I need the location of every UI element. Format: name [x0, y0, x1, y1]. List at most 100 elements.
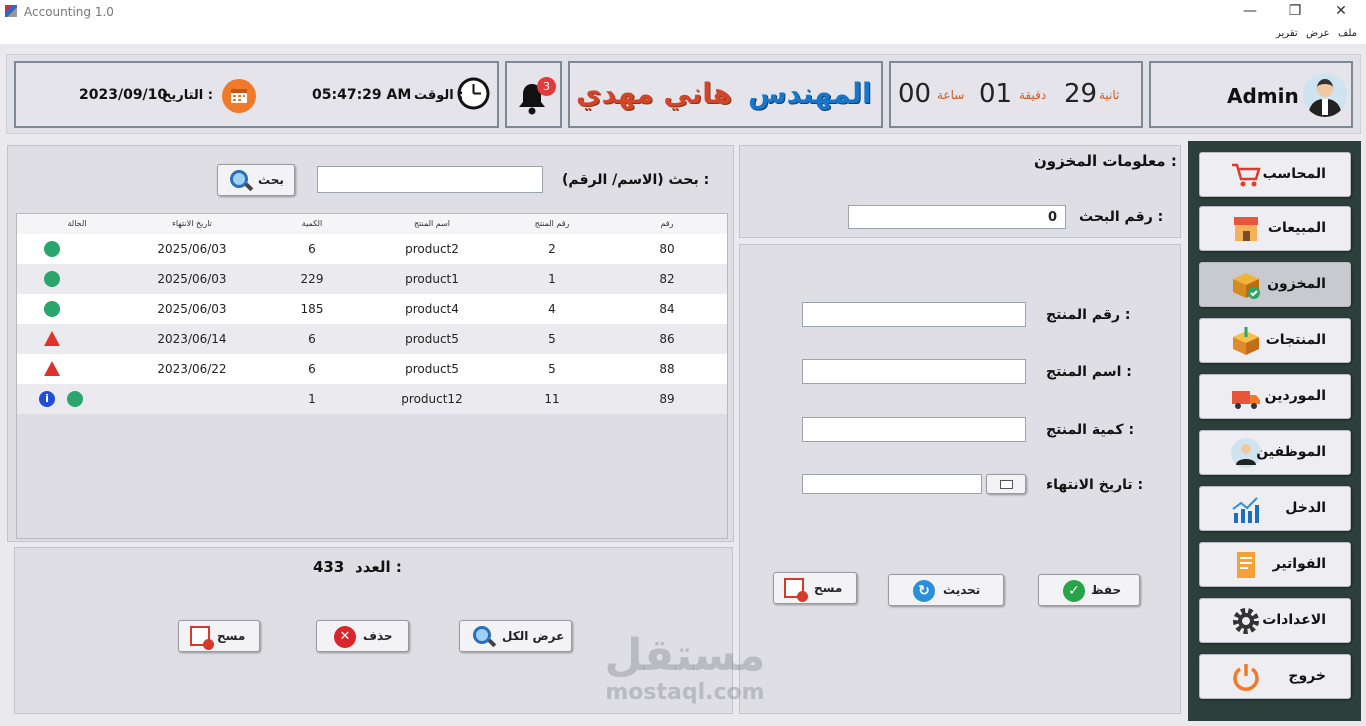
engineer-banner: المهندس هاني مهدي	[568, 61, 883, 128]
watermark-arabic: مستقل	[604, 630, 766, 681]
clear-form-button[interactable]: مسح	[773, 572, 857, 604]
clear-button[interactable]: مسح	[178, 620, 260, 652]
quantity-input[interactable]	[802, 417, 1026, 442]
table-row[interactable]: 82 1 product1 229 2025/06/03	[17, 264, 727, 294]
sidebar-label: الدخل	[1285, 500, 1326, 516]
search-no-input[interactable]: 0	[848, 205, 1066, 229]
delete-button[interactable]: حذف ✕	[316, 620, 409, 652]
menu-file[interactable]: ملف	[1338, 28, 1357, 39]
sidebar-label: الموردين	[1264, 388, 1326, 404]
maximize-button[interactable]: ❐	[1285, 3, 1305, 19]
col-expiry[interactable]: تاريخ الانتهاء	[147, 219, 237, 228]
inventory-box-icon	[1230, 269, 1262, 301]
minimize-button[interactable]: —	[1240, 3, 1260, 19]
time-label: الوقت :	[414, 88, 464, 103]
date-picker-button[interactable]	[986, 474, 1026, 494]
sidebar-item-employees[interactable]: الموظفين	[1199, 430, 1351, 475]
status-info-icon: i	[39, 391, 55, 407]
cell-quantity: 6	[308, 242, 316, 256]
clear-form-label: مسح	[814, 581, 843, 595]
notifications-box[interactable]: 3	[505, 61, 562, 128]
watermark: مستقل mostaql.com	[600, 632, 770, 712]
cell-quantity: 229	[300, 272, 324, 286]
expiry-label: تاريخ الانتهاء :	[1046, 477, 1144, 493]
table-row[interactable]: 86 5 product5 6 2023/06/14	[17, 324, 727, 354]
cell-id: 86	[659, 332, 675, 346]
cell-quantity: 6	[308, 362, 316, 376]
sidebar-item-settings[interactable]: الاعدادات	[1199, 598, 1351, 643]
table-row[interactable]: 84 4 product4 185 2025/06/03	[17, 294, 727, 324]
cell-product-name: product5	[405, 332, 459, 346]
seconds-label: ثانية	[1099, 88, 1120, 102]
datetime-box: الوقت : 05:47:29 AM التاريخ : 2023/09/10	[14, 61, 499, 128]
search-no-label: رقم البحث :	[1079, 209, 1164, 225]
search-no-value: 0	[1047, 210, 1057, 225]
cell-id: 84	[659, 302, 675, 316]
sidebar-item-sales[interactable]: المبيعات	[1199, 206, 1351, 251]
cell-product-name: product4	[405, 302, 459, 316]
cell-expiry: 2025/06/03	[157, 302, 227, 316]
sidebar-label: المبيعات	[1267, 220, 1326, 236]
cell-id: 82	[659, 272, 675, 286]
sidebar-label: خروج	[1288, 668, 1326, 684]
user-avatar-icon	[1303, 73, 1347, 117]
sidebar-label: المنتجات	[1265, 332, 1326, 348]
cell-product-name: product12	[401, 392, 463, 406]
clear-list-icon	[784, 578, 808, 602]
menu-report[interactable]: تقرير	[1276, 28, 1298, 39]
time-value: 05:47:29 AM	[312, 87, 412, 103]
table-row[interactable]: 88 5 product5 6 2023/06/22	[17, 354, 727, 384]
user-name: Admin	[1227, 84, 1299, 108]
cell-product-name: product5	[405, 362, 459, 376]
sidebar-item-accountant[interactable]: المحاسب	[1199, 152, 1351, 197]
cart-icon	[1230, 159, 1262, 191]
quantity-label: كمية المنتج :	[1046, 422, 1135, 438]
status-ok-icon	[67, 391, 83, 407]
sidebar-item-exit[interactable]: خروج	[1199, 654, 1351, 699]
col-product-no[interactable]: رقم المنتج	[512, 219, 592, 228]
sidebar-item-inventory[interactable]: المخزون	[1199, 262, 1351, 307]
inventory-table[interactable]: رقم رقم المنتج اسم المنتج الكمية تاريخ ا…	[16, 213, 728, 539]
save-button[interactable]: حفظ ✓	[1038, 574, 1140, 606]
hours-label: ساعة	[937, 88, 965, 102]
menu-view[interactable]: عرض	[1306, 28, 1330, 39]
engineer-name: هاني مهدي	[576, 77, 733, 110]
sidebar-label: المخزون	[1267, 276, 1326, 292]
products-box-icon	[1230, 325, 1262, 357]
search-button[interactable]: بحث	[217, 164, 295, 196]
col-status[interactable]: الحالة	[62, 219, 92, 228]
col-id[interactable]: رقم	[647, 219, 687, 228]
seconds-value: 29	[1064, 79, 1098, 109]
inventory-info-panel: معلومات المخزون : رقم البحث : 0	[739, 145, 1181, 238]
sidebar-item-invoices[interactable]: الفواتير	[1199, 542, 1351, 587]
sidebar-item-suppliers[interactable]: الموردين	[1199, 374, 1351, 419]
table-row[interactable]: 89 11 product12 1 i	[17, 384, 727, 414]
sidebar-label: المحاسب	[1262, 166, 1326, 182]
cell-quantity: 6	[308, 332, 316, 346]
sidebar-item-income[interactable]: الدخل	[1199, 486, 1351, 531]
table-row[interactable]: 80 2 product2 6 2025/06/03	[17, 234, 727, 264]
close-button[interactable]: ✕	[1331, 3, 1351, 19]
product-no-input[interactable]	[802, 302, 1026, 327]
clear-label: مسح	[217, 629, 246, 643]
col-quantity[interactable]: الكمية	[292, 219, 332, 228]
app-icon	[5, 5, 17, 17]
expiry-date-input[interactable]	[802, 474, 982, 494]
watermark-latin: mostaql.com	[605, 680, 765, 705]
sidebar-item-products[interactable]: المنتجات	[1199, 318, 1351, 363]
product-name-input[interactable]	[802, 359, 1026, 384]
cell-product-no: 5	[548, 332, 556, 346]
product-form-panel: رقم المنتج : اسم المنتج : كمية المنتج : …	[739, 244, 1181, 714]
update-button[interactable]: تحديث ↻	[888, 574, 1004, 606]
show-all-button[interactable]: عرض الكل	[459, 620, 572, 652]
cell-quantity: 185	[300, 302, 324, 316]
search-input[interactable]	[317, 166, 543, 193]
cell-id: 80	[659, 242, 675, 256]
title-bar: Accounting 1.0 — ❐ ✕	[0, 0, 1366, 24]
sidebar-label: الاعدادات	[1262, 612, 1326, 628]
calendar-icon	[222, 79, 256, 113]
update-label: تحديث	[943, 583, 981, 597]
col-product-name[interactable]: اسم المنتج	[392, 219, 472, 228]
product-name-label: اسم المنتج :	[1046, 364, 1132, 380]
status-ok-icon	[44, 301, 60, 317]
